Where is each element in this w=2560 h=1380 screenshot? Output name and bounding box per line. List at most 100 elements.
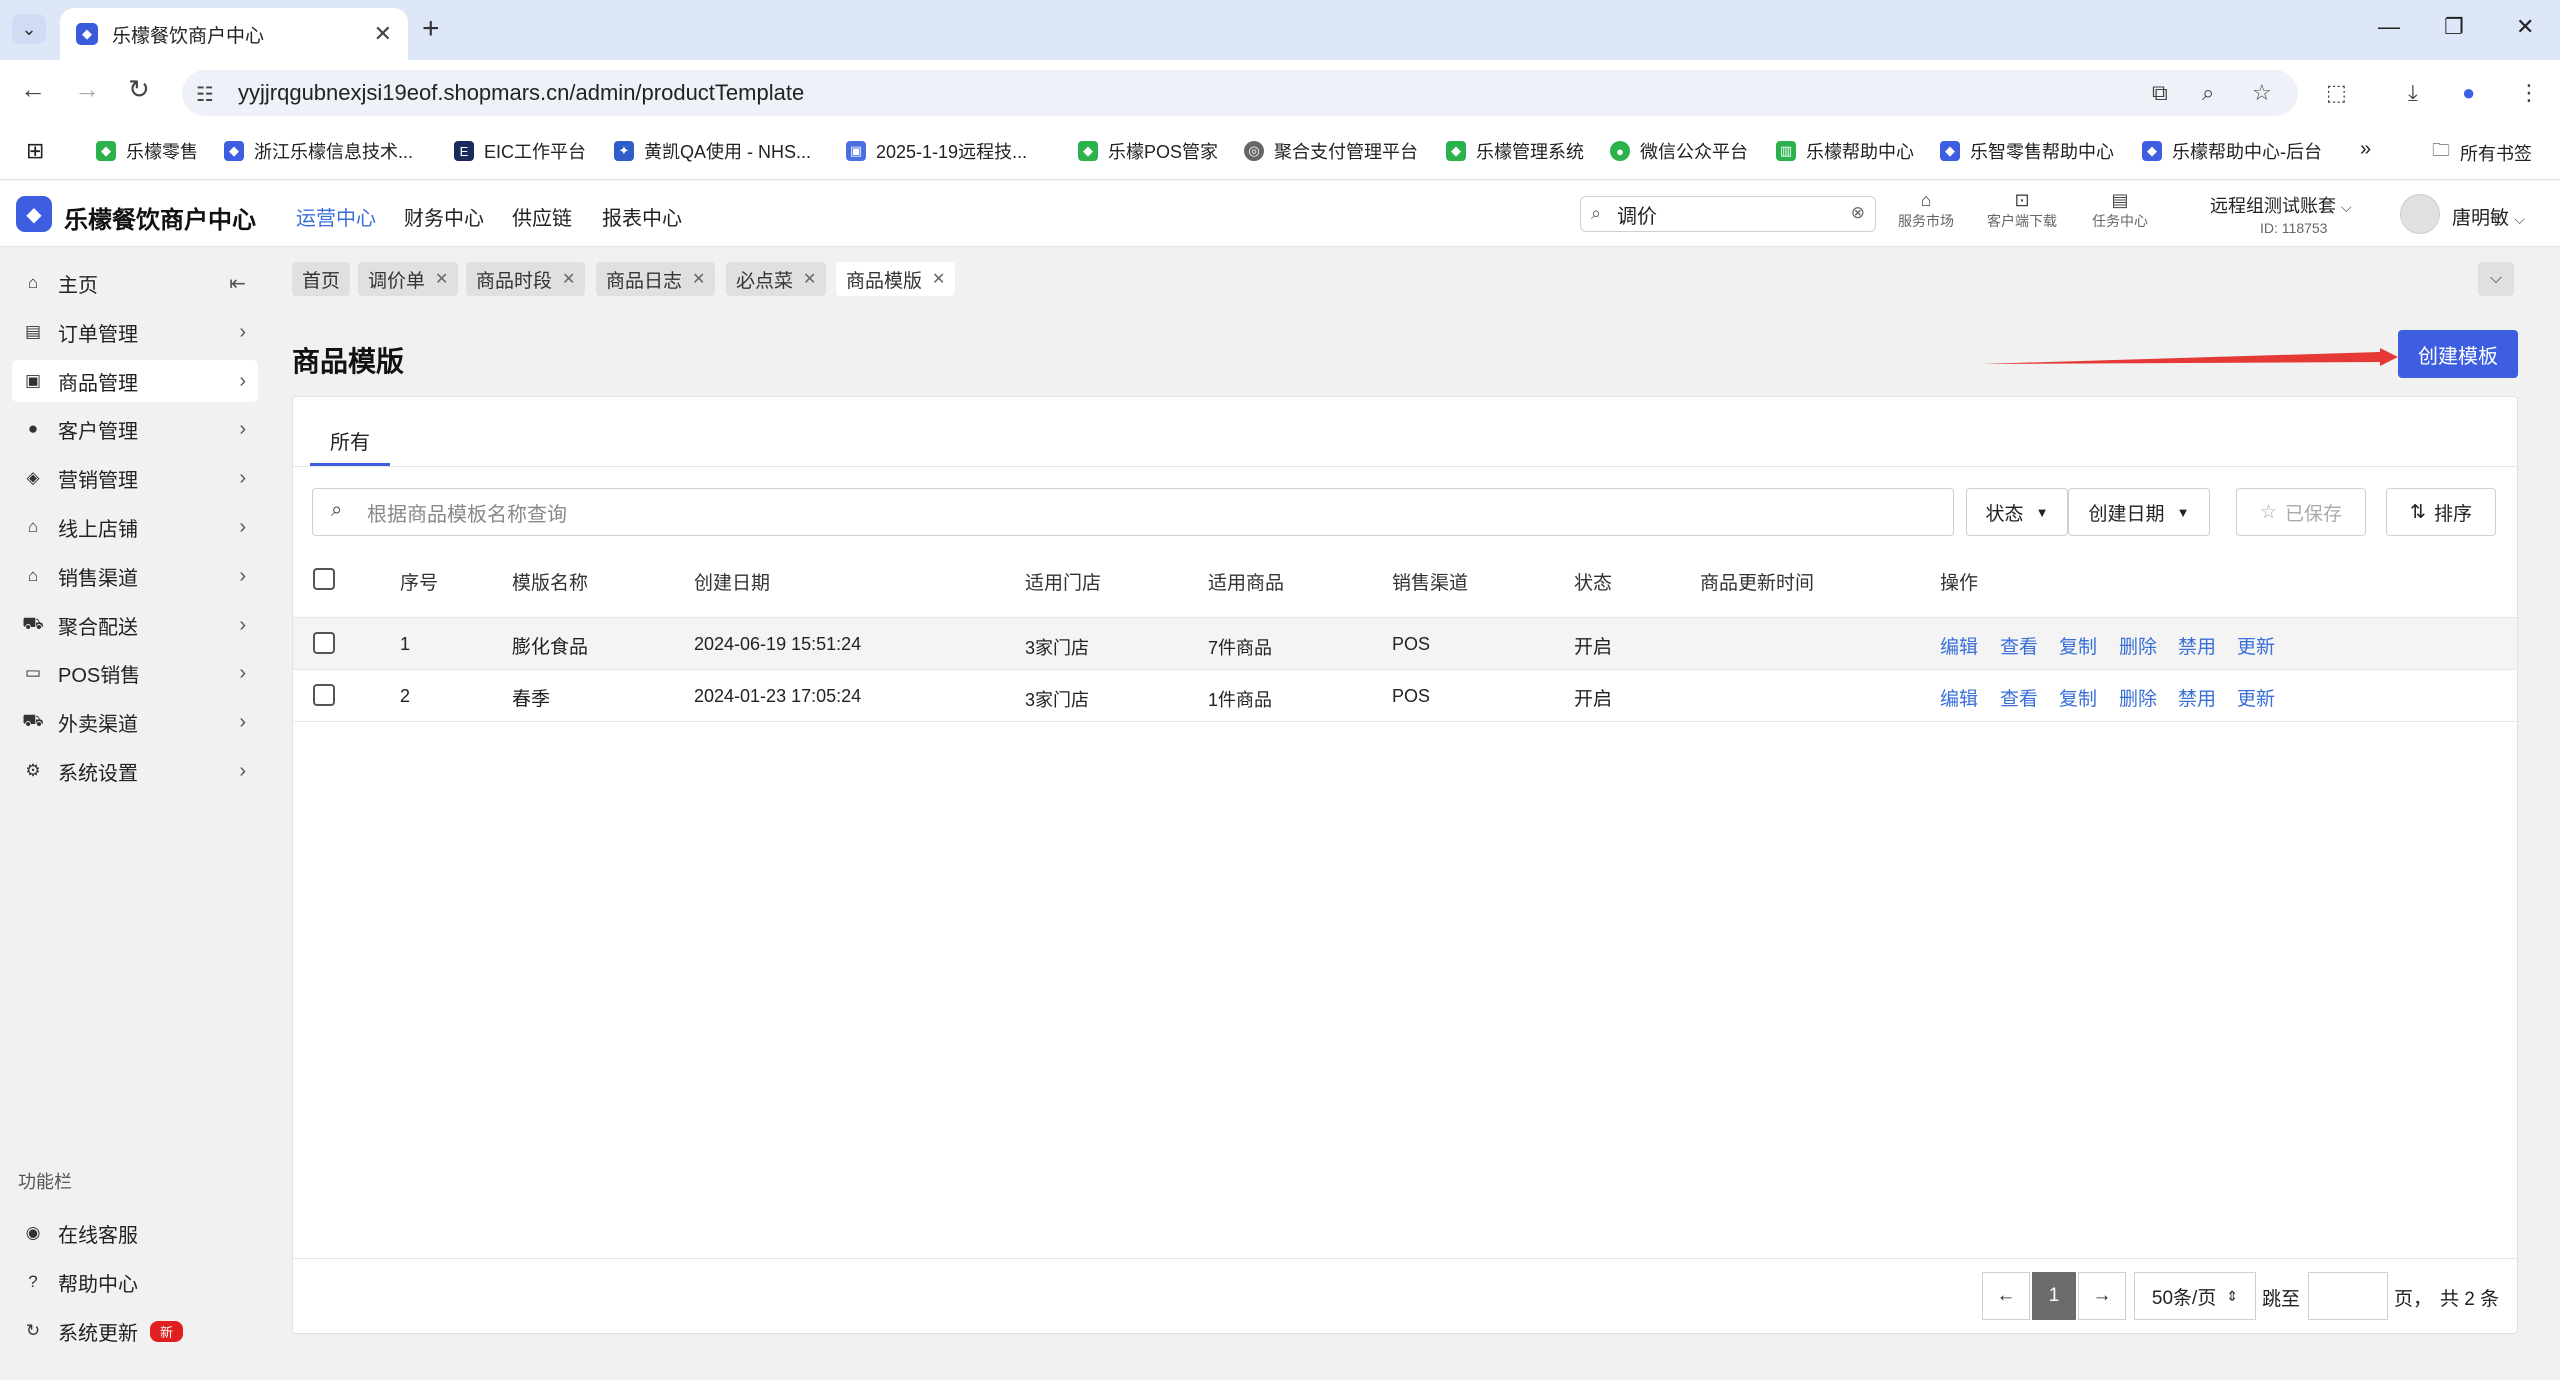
sidebar-item-products[interactable]: ▣ 商品管理 › <box>12 360 258 402</box>
copy-link[interactable]: 复制 <box>2059 632 2097 659</box>
reload-icon[interactable]: ↻ <box>128 74 150 105</box>
bookmark-item[interactable]: ◆ 乐智零售帮助中心 <box>1940 138 2114 164</box>
extensions-icon[interactable]: ⬚ <box>2326 80 2347 106</box>
clear-search-icon[interactable]: ⊗ <box>1851 203 1865 223</box>
bookmark-item[interactable]: E EIC工作平台 <box>454 138 586 164</box>
sidebar-item-online-store[interactable]: ⌂ 线上店铺 › <box>12 506 258 548</box>
sidebar-item-orders[interactable]: ▤ 订单管理 › <box>12 311 258 353</box>
menu-icon[interactable]: ⋮ <box>2518 80 2540 106</box>
page-tab-price-adjust[interactable]: 调价单 ✕ <box>358 262 459 296</box>
sidebar-item-updates[interactable]: ↻ 系统更新新 <box>12 1310 258 1352</box>
bookmark-item[interactable]: ◆ 乐檬零售 <box>96 138 198 164</box>
task-center-button[interactable]: ▤ 任务中心 <box>2080 190 2160 231</box>
template-search-input[interactable]: ⌕ 根据商品模板名称查询 <box>312 488 1954 536</box>
all-bookmarks[interactable]: 🗀 所有书签 <box>2432 138 2532 168</box>
back-icon[interactable]: ← <box>20 74 46 105</box>
bookmark-item[interactable]: ◎ 聚合支付管理平台 <box>1244 138 1418 164</box>
close-icon[interactable]: ✕ <box>562 269 575 289</box>
sidebar-item-pos[interactable]: ▭ POS销售 › <box>12 652 258 694</box>
browser-tab[interactable]: ◆ 乐檬餐饮商户中心 ✕ <box>60 8 408 60</box>
page-tab-home[interactable]: 首页 <box>292 262 351 296</box>
tab-all[interactable]: 所有 <box>310 418 390 466</box>
jump-page-input[interactable] <box>2308 1272 2388 1320</box>
client-download-button[interactable]: ⊡ 客户端下载 <box>1982 190 2062 231</box>
sidebar-item-marketing[interactable]: ◈ 营销管理 › <box>12 457 258 499</box>
page-tab-product-periods[interactable]: 商品时段 ✕ <box>466 262 586 296</box>
sidebar-item-home[interactable]: ⌂ 主页 ⇤ <box>12 262 258 304</box>
window-close-icon[interactable]: ✕ <box>2516 14 2534 40</box>
page-number-current[interactable]: 1 <box>2032 1272 2076 1320</box>
bookmark-item[interactable]: ▣ 2025-1-19远程技... <box>846 138 1027 164</box>
sidebar-item-online-support[interactable]: ◉ 在线客服 <box>12 1212 258 1254</box>
disable-link[interactable]: 禁用 <box>2178 684 2216 711</box>
edit-link[interactable]: 编辑 <box>1940 632 1978 659</box>
bookmark-item[interactable]: ◆ 乐檬帮助中心-后台 <box>2142 138 2322 164</box>
restore-icon[interactable]: ❐ <box>2444 14 2464 40</box>
download-icon[interactable]: ⤓ <box>2408 80 2418 106</box>
sidebar-item-settings[interactable]: ⚙ 系统设置 › <box>12 750 258 792</box>
nav-reports[interactable]: 报表中心 <box>602 202 682 231</box>
nav-supply-chain[interactable]: 供应链 <box>512 202 572 231</box>
nav-operations[interactable]: 运营中心 <box>296 202 376 231</box>
translate-icon[interactable]: ⧉ <box>2152 80 2168 106</box>
status-filter-dropdown[interactable]: 状态 ▼ <box>1966 488 2068 536</box>
site-info-icon[interactable]: ☷ <box>196 82 214 107</box>
page-tab-product-log[interactable]: 商品日志 ✕ <box>596 262 716 296</box>
next-page-button[interactable]: → <box>2078 1272 2126 1320</box>
update-link[interactable]: 更新 <box>2237 632 2275 659</box>
disable-link[interactable]: 禁用 <box>2178 632 2216 659</box>
sidebar-item-customers[interactable]: ● 客户管理 › <box>12 408 258 450</box>
close-icon[interactable]: ✕ <box>803 269 816 289</box>
row-checkbox[interactable] <box>313 684 335 706</box>
view-link[interactable]: 查看 <box>2000 632 2038 659</box>
bookmark-item[interactable]: ◆ 乐檬管理系统 <box>1446 138 1584 164</box>
delete-link[interactable]: 删除 <box>2119 632 2157 659</box>
account-switcher[interactable]: 远程组测试账套 ⌵ <box>2210 192 2352 218</box>
tabs-dropdown-button[interactable]: ⌵ <box>2478 262 2514 296</box>
avatar[interactable] <box>2400 194 2440 234</box>
apps-icon[interactable]: ⊞ <box>26 138 44 164</box>
bookmark-item[interactable]: ▥ 乐檬帮助中心 <box>1776 138 1914 164</box>
bookmark-item[interactable]: ✦ 黄凯QA使用 - NHS... <box>614 138 811 164</box>
sidebar-item-delivery[interactable]: ⛟ 聚合配送 › <box>12 604 258 646</box>
select-all-checkbox[interactable] <box>313 568 335 590</box>
close-icon[interactable]: ✕ <box>932 269 945 289</box>
zoom-icon[interactable]: ⌕ <box>2202 80 2214 106</box>
bookmark-item[interactable]: ● 微信公众平台 <box>1610 138 1748 164</box>
create-template-button[interactable]: 创建模板 <box>2398 330 2518 378</box>
tab-search-button[interactable]: ⌄ <box>12 14 46 44</box>
view-link[interactable]: 查看 <box>2000 684 2038 711</box>
service-market-button[interactable]: ⌂ 服务市场 <box>1886 190 1966 231</box>
collapse-sidebar-icon[interactable]: ⇤ <box>229 271 246 296</box>
bookmark-item[interactable]: ◆ 乐檬POS管家 <box>1078 138 1218 164</box>
prev-page-button[interactable]: ← <box>1982 1272 2030 1320</box>
sort-button[interactable]: ⇅ 排序 <box>2386 488 2496 536</box>
profile-icon[interactable]: ● <box>2462 80 2475 106</box>
row-checkbox[interactable] <box>313 632 335 654</box>
minimize-icon[interactable]: — <box>2378 14 2400 40</box>
star-icon[interactable]: ☆ <box>2252 80 2272 106</box>
page-tab-product-template[interactable]: 商品模版 ✕ <box>836 262 956 296</box>
user-menu[interactable]: 唐明敏 ⌵ <box>2452 203 2525 230</box>
nav-finance[interactable]: 财务中心 <box>404 202 484 231</box>
edit-link[interactable]: 编辑 <box>1940 684 1978 711</box>
sidebar-item-help[interactable]: ? 帮助中心 <box>12 1261 258 1303</box>
header-search-input[interactable]: ⌕ 调价 ⊗ <box>1580 196 1876 232</box>
sidebar-item-sales-channels[interactable]: ⌂ 销售渠道 › <box>12 555 258 597</box>
close-icon[interactable]: ✕ <box>435 269 448 289</box>
forward-icon[interactable]: → <box>74 74 100 105</box>
sidebar-item-takeout[interactable]: ⛟ 外卖渠道 › <box>12 701 258 743</box>
page-tab-must-order[interactable]: 必点菜 ✕ <box>726 262 827 296</box>
bookmark-item[interactable]: ◆ 浙江乐檬信息技术... <box>224 138 413 164</box>
copy-link[interactable]: 复制 <box>2059 684 2097 711</box>
url-input[interactable]: yyjjrqgubnexjsi19eof.shopmars.cn/admin/p… <box>182 70 2298 116</box>
saved-filter-button[interactable]: ☆ 已保存 <box>2236 488 2366 536</box>
new-tab-button[interactable]: + <box>422 12 440 46</box>
tab-close-icon[interactable]: ✕ <box>374 21 392 47</box>
delete-link[interactable]: 删除 <box>2119 684 2157 711</box>
update-link[interactable]: 更新 <box>2237 684 2275 711</box>
date-filter-dropdown[interactable]: 创建日期 ▼ <box>2068 488 2210 536</box>
close-icon[interactable]: ✕ <box>692 269 705 289</box>
page-size-select[interactable]: 50条/页 ⇕ <box>2134 1272 2256 1320</box>
more-bookmarks-icon[interactable]: » <box>2360 138 2371 161</box>
